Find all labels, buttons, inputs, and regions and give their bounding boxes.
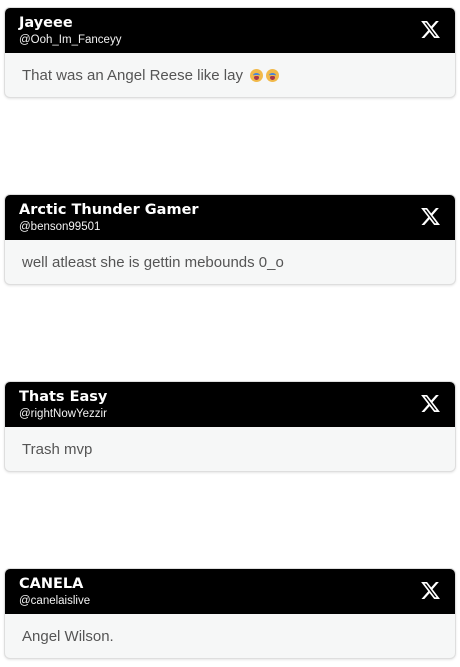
post-card[interactable]: Jayeee @Ooh_Im_Fanceyy That was an Angel… [4,7,456,98]
user-handle[interactable]: @Ooh_Im_Fanceyy [19,33,441,47]
x-logo-icon[interactable] [420,393,441,414]
post-card[interactable]: Arctic Thunder Gamer @benson99501 well a… [4,194,456,285]
x-logo-icon[interactable] [420,19,441,40]
display-name[interactable]: CANELA [19,575,441,593]
post-body: Angel Wilson. [5,614,455,658]
post-card[interactable]: CANELA @canelaislive Angel Wilson. [4,568,456,659]
post-text: Angel Wilson. [22,627,114,645]
loudly-crying-face-icon [249,68,263,82]
display-name[interactable]: Arctic Thunder Gamer [19,201,441,219]
display-name[interactable]: Thats Easy [19,388,441,406]
post-feed: Jayeee @Ooh_Im_Fanceyy That was an Angel… [0,0,460,667]
user-handle[interactable]: @benson99501 [19,220,441,234]
user-handle[interactable]: @canelaislive [19,594,441,608]
post-card[interactable]: Thats Easy @rightNowYezzir Trash mvp [4,381,456,472]
post-header: Thats Easy @rightNowYezzir [5,382,455,427]
x-logo-icon[interactable] [420,580,441,601]
post-text: Trash mvp [22,440,93,458]
post-header: CANELA @canelaislive [5,569,455,614]
x-logo-icon[interactable] [420,206,441,227]
post-body: That was an Angel Reese like lay [5,53,455,97]
post-header: Jayeee @Ooh_Im_Fanceyy [5,8,455,53]
post-body: Trash mvp [5,427,455,471]
post-text: That was an Angel Reese like lay [22,66,243,84]
display-name[interactable]: Jayeee [19,14,441,32]
post-text: well atleast she is gettin mebounds 0_o [22,253,284,271]
loudly-crying-face-icon [265,68,279,82]
user-handle[interactable]: @rightNowYezzir [19,407,441,421]
post-header: Arctic Thunder Gamer @benson99501 [5,195,455,240]
post-body: well atleast she is gettin mebounds 0_o [5,240,455,284]
